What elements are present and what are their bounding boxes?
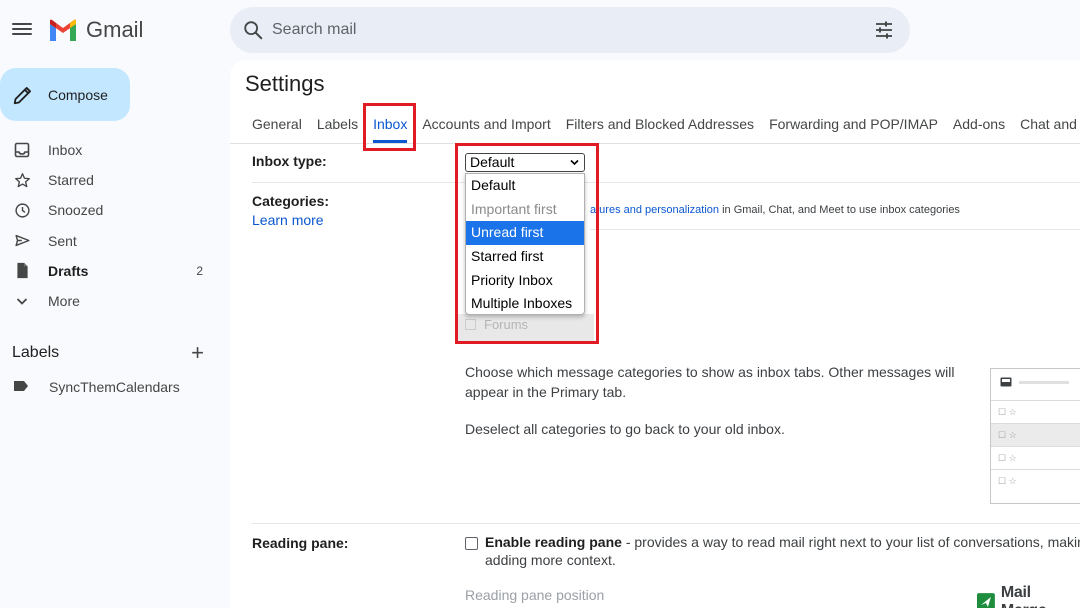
personalization-link[interactable]: atures and personalization [590, 204, 719, 216]
notice-divider [590, 229, 1080, 230]
gmail-m-icon [50, 19, 76, 41]
search-input[interactable] [272, 7, 852, 53]
search-bar[interactable] [230, 7, 910, 53]
add-label-icon[interactable]: + [191, 342, 204, 364]
sidebar-item-drafts[interactable]: Drafts 2 [0, 256, 215, 286]
settings-panel: Settings General Labels Inbox Accounts a… [230, 60, 1080, 608]
send-icon [13, 232, 31, 250]
mail-merge-logo-icon [977, 593, 995, 608]
reading-pane-description: Enable reading pane - provides a way to … [485, 533, 1080, 552]
preview-row: ☐ ☆ [991, 400, 1080, 423]
sidebar-item-label: Inbox [48, 142, 83, 159]
main-menu-icon[interactable] [12, 20, 32, 40]
search-options-icon[interactable] [874, 20, 894, 40]
preview-row: ☐ ☆ [991, 423, 1080, 446]
mail-merge-label: Mail Merge [1000, 584, 1047, 608]
tab-addons[interactable]: Add-ons [953, 116, 1005, 143]
clock-icon [13, 201, 31, 219]
sidebar-item-label: Snoozed [48, 202, 104, 219]
inbox-icon [13, 141, 31, 159]
reading-pane-description-cont: adding more context. [485, 552, 616, 568]
sidebar-item-snoozed[interactable]: Snoozed [0, 195, 215, 225]
gmail-logo[interactable]: Gmail [48, 17, 143, 43]
sidebar-nav: Inbox Starred Snoozed Sent Drafts 2 More [0, 135, 215, 316]
enable-reading-pane-label[interactable]: Enable reading pane [485, 534, 622, 550]
preview-row: ☐ ☆ [991, 469, 1080, 492]
sidebar-item-inbox[interactable]: Inbox [0, 135, 215, 165]
categories-deselect-hint: Deselect all categories to go back to yo… [465, 421, 785, 437]
dropdown-highlight [455, 143, 599, 344]
page-title: Settings [245, 71, 325, 96]
sidebar-item-starred[interactable]: Starred [0, 165, 215, 195]
categories-notice-text: in Gmail, Chat, and Meet to use inbox ca… [719, 204, 960, 216]
label-icon [13, 379, 29, 395]
inbox-type-label: Inbox type: [252, 153, 327, 169]
sidebar-item-label: Starred [48, 172, 94, 189]
inbox-icon [1000, 377, 1012, 387]
categories-label: Categories: [252, 193, 330, 209]
tab-labels[interactable]: Labels [317, 116, 358, 143]
tab-forwarding[interactable]: Forwarding and POP/IMAP [769, 116, 938, 143]
compose-button[interactable]: Compose [0, 68, 130, 121]
row-divider [252, 182, 1080, 183]
tabs-divider [230, 143, 1080, 144]
row-divider [252, 523, 1080, 524]
labels-title: Labels [12, 344, 60, 361]
sidebar-item-label: More [48, 293, 80, 310]
drafts-count: 2 [196, 263, 203, 278]
sidebar-item-label: Drafts [48, 262, 89, 279]
pencil-icon [13, 86, 31, 104]
inbox-preview-illustration: ☐ ☆ ☐ ☆ ☐ ☆ ☐ ☆ [990, 368, 1080, 504]
reading-pane-position-label: Reading pane position [465, 587, 605, 603]
enable-reading-pane-checkbox[interactable] [465, 537, 478, 550]
inbox-tab-highlight [363, 103, 416, 151]
star-icon [13, 171, 31, 189]
sidebar-item-more[interactable]: More [0, 286, 215, 316]
tab-chat-meet[interactable]: Chat and Meet [1020, 116, 1080, 143]
learn-more-link[interactable]: Learn more [252, 212, 324, 228]
categories-description: Choose which message categories to show … [465, 364, 955, 400]
compose-label: Compose [48, 86, 108, 103]
mail-merge-watermark: Mail Merge [977, 584, 1080, 608]
app-name: Gmail [86, 17, 144, 42]
reading-pane-label: Reading pane: [252, 535, 349, 551]
preview-row: ☐ ☆ [991, 446, 1080, 469]
tab-accounts[interactable]: Accounts and Import [422, 116, 550, 143]
sidebar-item-sent[interactable]: Sent [0, 226, 215, 256]
draft-icon [13, 262, 31, 280]
labels-header: Labels + [12, 342, 204, 364]
reading-pane-desc-text: - provides a way to read mail right next… [621, 534, 1080, 550]
tab-filters[interactable]: Filters and Blocked Addresses [566, 116, 754, 143]
search-icon[interactable] [242, 19, 264, 41]
tab-general[interactable]: General [252, 116, 302, 143]
preview-placeholder-line [1019, 381, 1069, 384]
categories-notice: atures and personalization in Gmail, Cha… [590, 204, 960, 216]
sidebar-item-label: Sent [48, 232, 77, 249]
label-name: SyncThemCalendars [49, 379, 180, 395]
sidebar-label-item[interactable]: SyncThemCalendars [13, 379, 180, 395]
chevron-down-icon [13, 292, 31, 310]
